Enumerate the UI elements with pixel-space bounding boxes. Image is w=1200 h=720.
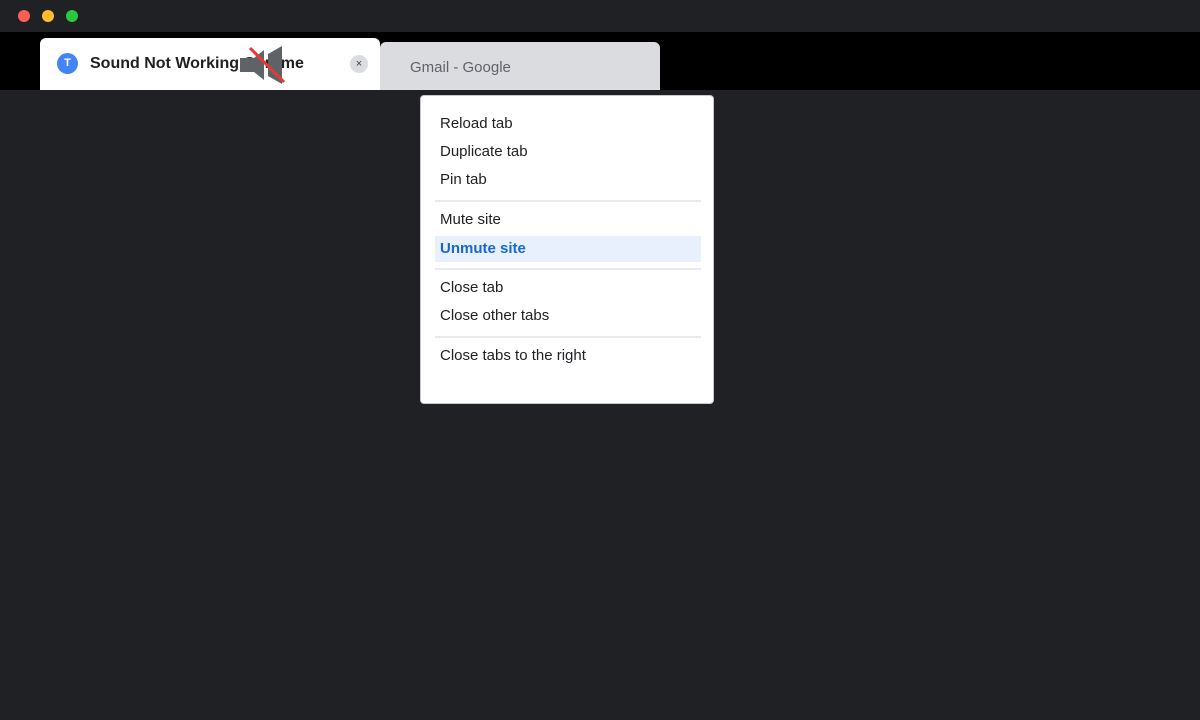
menu-item-pin-tab[interactable]: Pin tab xyxy=(435,167,701,193)
menu-item-close-tab[interactable]: Close tab xyxy=(435,275,701,301)
window-maximize-button[interactable] xyxy=(66,10,78,22)
tab-strip: T Sound Not Working Chrome × Gmail - Goo… xyxy=(0,32,1200,90)
tab-context-menu: Reload tab Duplicate tab Pin tab Mute si… xyxy=(420,95,714,404)
speaker-muted-icon[interactable] xyxy=(238,44,288,84)
tab-inactive[interactable]: Gmail - Google xyxy=(380,42,660,90)
browser-window: T Sound Not Working Chrome × Gmail - Goo… xyxy=(0,0,1200,720)
menu-separator xyxy=(435,268,701,270)
favicon-icon: T xyxy=(57,53,78,74)
tab-close-button[interactable]: × xyxy=(350,55,368,73)
menu-item-close-tabs-right[interactable]: Close tabs to the right xyxy=(435,343,701,369)
tab-active[interactable]: T Sound Not Working Chrome × xyxy=(40,38,380,90)
menu-separator xyxy=(435,336,701,338)
window-close-button[interactable] xyxy=(18,10,30,22)
menu-item-reload-tab[interactable]: Reload tab xyxy=(435,111,701,137)
tab-inactive-title: Gmail - Google xyxy=(410,59,511,76)
menu-separator xyxy=(435,200,701,202)
menu-item-close-other-tabs[interactable]: Close other tabs xyxy=(435,303,701,329)
menu-item-duplicate-tab[interactable]: Duplicate tab xyxy=(435,139,701,165)
window-minimize-button[interactable] xyxy=(42,10,54,22)
title-bar xyxy=(0,0,1200,32)
menu-item-unmute-site[interactable]: Unmute site xyxy=(435,236,701,262)
menu-item-mute-site[interactable]: Mute site xyxy=(435,207,701,233)
